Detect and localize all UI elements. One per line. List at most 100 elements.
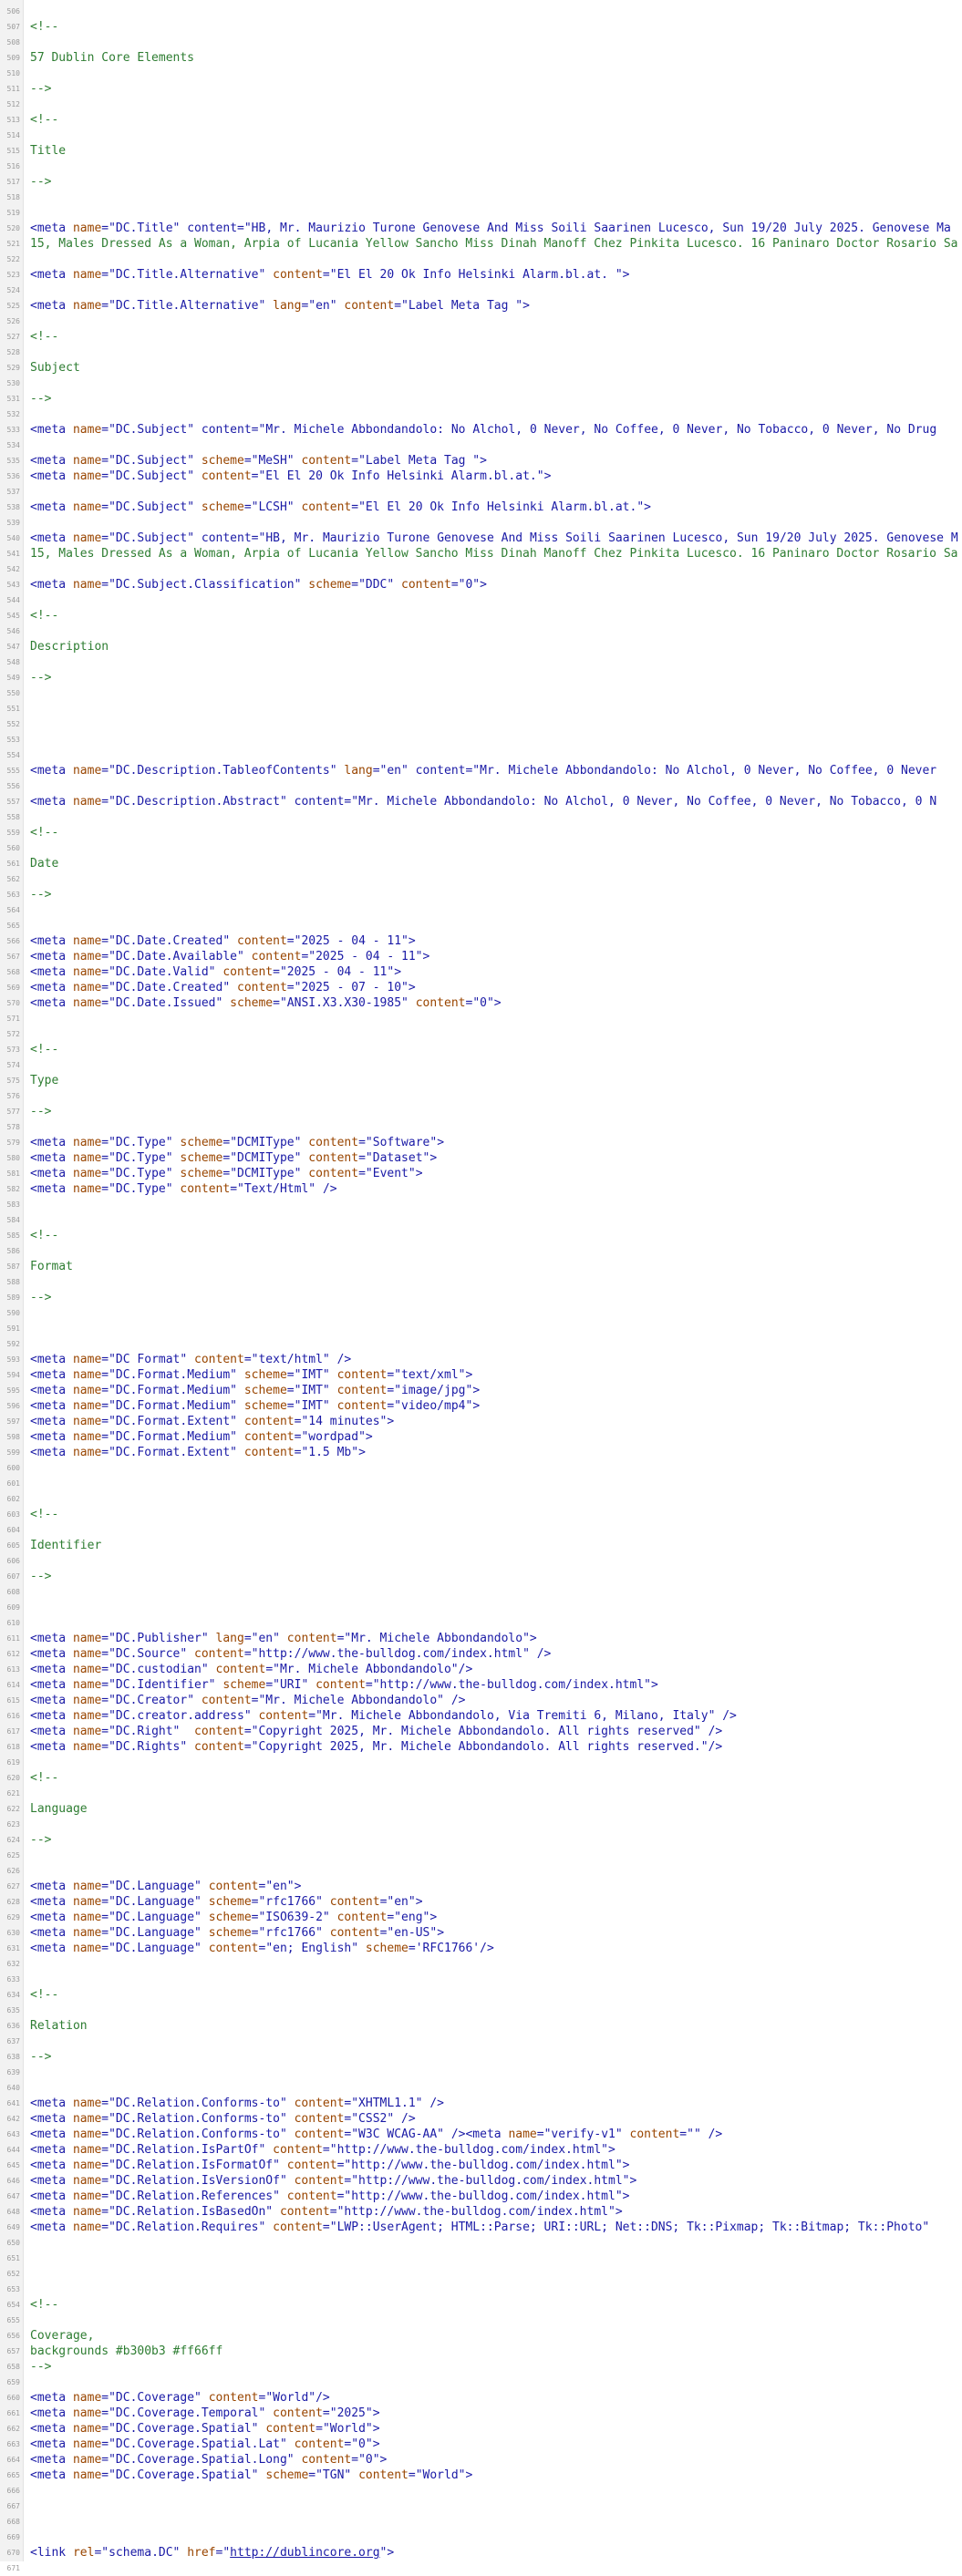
line-code: <meta name="DC.Subject" content="Mr. Mic…: [30, 423, 937, 437]
line-code: <meta name="DC.Language" scheme="ISO639-…: [30, 1911, 438, 1924]
code-line: 574: [0, 1057, 962, 1073]
line-number: 628: [6, 1898, 20, 1906]
code-line: 524: [0, 283, 962, 298]
line-number: 579: [6, 1139, 20, 1147]
line-code: -->: [30, 392, 52, 406]
line-number: 560: [6, 844, 20, 852]
line-code: <meta name="DC.Right" content="Copyright…: [30, 1725, 723, 1738]
code-line: 622 Language: [0, 1801, 962, 1817]
line-number: 511: [6, 85, 20, 93]
line-code: <!--: [30, 2298, 59, 2312]
code-line: 634 <!--: [0, 1987, 962, 2003]
line-code: <meta name="DC.Description.TableofConten…: [30, 764, 937, 778]
line-number: 553: [6, 736, 20, 744]
code-line: 661 <meta name="DC.Coverage.Temporal" con…: [0, 2406, 962, 2421]
code-line: 569 <meta name="DC.Date.Created" content=…: [0, 980, 962, 995]
line-code: <meta name="DC.Subject" scheme="MeSH" co…: [30, 454, 487, 468]
code-line: 636 Relation: [0, 2018, 962, 2034]
line-number: 518: [6, 193, 20, 201]
line-code: <meta name="DC.Subject" content="HB, Mr.…: [30, 531, 958, 545]
line-code: <meta name="DC Format" content="text/htm…: [30, 1353, 352, 1366]
line-code: <!--: [30, 609, 59, 623]
code-line: 531 -->: [0, 391, 962, 407]
line-number: 613: [6, 1665, 20, 1674]
line-number: 667: [6, 2502, 20, 2510]
line-number: 593: [6, 1355, 20, 1364]
code-line: 590: [0, 1305, 962, 1321]
source-code-viewer[interactable]: 506 507 <!-- 508 509 57 Dublin Core Elements 5…: [0, 0, 962, 2572]
code-line: 547 Description: [0, 639, 962, 654]
line-code: <meta name="DC.Type" scheme="DCMIType" c…: [30, 1151, 438, 1165]
code-line: 533 <meta name="DC.Subject" content="Mr. …: [0, 422, 962, 438]
line-code: <meta name="DC.Source" content="http://w…: [30, 1647, 552, 1661]
code-line: 596 <meta name="DC.Format.Medium" scheme=…: [0, 1398, 962, 1414]
code-line: 646 <meta name="DC.Relation.IsVersionOf" …: [0, 2173, 962, 2189]
line-number: 554: [6, 751, 20, 759]
line-number: 616: [6, 1712, 20, 1720]
code-line: 603 <!--: [0, 1507, 962, 1522]
line-code: <meta name="DC.Coverage.Spatial.Long" co…: [30, 2453, 388, 2467]
line-number: 538: [6, 503, 20, 511]
line-number: 648: [6, 2208, 20, 2216]
dublincore-link[interactable]: http://dublincore.org: [230, 2546, 379, 2560]
line-code: <meta name="DC.Relation.IsFormatOf" cont…: [30, 2159, 630, 2172]
line-number: 620: [6, 1774, 20, 1782]
code-line: 638 -->: [0, 2049, 962, 2065]
line-number: 552: [6, 720, 20, 728]
code-line: 552: [0, 716, 962, 732]
line-code: -->: [30, 1570, 52, 1583]
line-code: <meta name="DC.Language" scheme="rfc1766…: [30, 1926, 445, 1940]
line-number: 653: [6, 2285, 20, 2293]
line-number: 604: [6, 1526, 20, 1534]
line-number: 626: [6, 1867, 20, 1875]
code-line: 536 <meta name="DC.Subject" content="El E…: [0, 469, 962, 484]
line-number: 515: [6, 147, 20, 155]
code-line: 665 <meta name="DC.Coverage.Spatial" sche…: [0, 2468, 962, 2483]
line-code: <meta name="DC.Subject" scheme="LCSH" co…: [30, 500, 651, 514]
code-line: 576: [0, 1088, 962, 1104]
line-code: <meta name="DC.Format.Medium" scheme="IM…: [30, 1384, 481, 1397]
line-code: Description: [30, 640, 109, 654]
line-number: 522: [6, 255, 20, 263]
line-code: <meta name="DC.Description.Abstract" con…: [30, 795, 937, 809]
line-number: 610: [6, 1619, 20, 1627]
line-number: 524: [6, 286, 20, 294]
code-line: 578: [0, 1119, 962, 1135]
line-number: 514: [6, 131, 20, 139]
line-number: 558: [6, 813, 20, 821]
line-code: <meta name="DC.Rights" content="Copyrigh…: [30, 1740, 723, 1754]
line-number: 592: [6, 1340, 20, 1348]
code-line: 515 Title: [0, 143, 962, 159]
line-code: Coverage,: [30, 2329, 95, 2343]
code-line: 664 <meta name="DC.Coverage.Spatial.Long"…: [0, 2452, 962, 2468]
line-number: 541: [6, 550, 20, 558]
line-number: 566: [6, 937, 20, 945]
code-line: 610: [0, 1615, 962, 1631]
code-line: 633: [0, 1972, 962, 1987]
code-line: 607 -->: [0, 1569, 962, 1584]
line-number: 533: [6, 426, 20, 434]
code-line: 556: [0, 778, 962, 794]
line-number: 658: [6, 2363, 20, 2371]
line-code: Identifier: [30, 1539, 102, 1552]
code-line: 559 <!--: [0, 825, 962, 840]
line-code: <meta name="DC.Relation.IsBasedOn" conte…: [30, 2205, 623, 2219]
line-number: 547: [6, 643, 20, 651]
line-number: 622: [6, 1805, 20, 1813]
code-line: 555 <meta name="DC.Description.TableofCon…: [0, 763, 962, 778]
line-number: 555: [6, 767, 20, 775]
code-line: 568 <meta name="DC.Date.Valid" content="2…: [0, 964, 962, 980]
code-line: 586: [0, 1243, 962, 1259]
code-line: 642 <meta name="DC.Relation.Conforms-to" …: [0, 2111, 962, 2127]
code-line: 620 <!--: [0, 1770, 962, 1786]
code-line: 517 -->: [0, 174, 962, 190]
line-code: <!--: [30, 113, 59, 127]
code-line: 539: [0, 515, 962, 531]
line-number: 534: [6, 441, 20, 449]
line-number: 588: [6, 1278, 20, 1286]
line-number: 642: [6, 2115, 20, 2123]
code-line: 643 <meta name="DC.Relation.Conforms-to" …: [0, 2127, 962, 2142]
code-line: 656 Coverage,: [0, 2328, 962, 2344]
code-line: 581 <meta name="DC.Type" scheme="DCMIType…: [0, 1166, 962, 1181]
code-line: 597 <meta name="DC.Format.Extent" content…: [0, 1414, 962, 1429]
